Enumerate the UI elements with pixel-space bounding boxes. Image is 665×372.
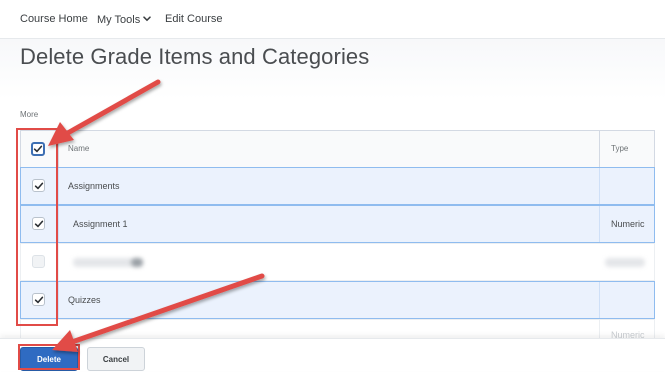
row-name: Quizzes bbox=[68, 295, 101, 305]
column-header-type[interactable]: Type bbox=[599, 131, 656, 167]
nav-my-tools-label: My Tools bbox=[97, 14, 141, 26]
table-row[interactable]: Assignment 1 Numeric bbox=[20, 205, 655, 243]
nav-my-tools-menu[interactable]: My Tools bbox=[97, 13, 151, 26]
row-name: Assignments bbox=[68, 181, 120, 191]
table-row-obscured[interactable] bbox=[20, 243, 655, 281]
nav-edit-course-link[interactable]: Edit Course bbox=[165, 13, 222, 25]
annotation-delete-highlight bbox=[18, 344, 80, 370]
row-type bbox=[599, 282, 656, 318]
row-name: Assignment 1 bbox=[73, 219, 128, 229]
table-row[interactable]: Assignments bbox=[20, 167, 655, 205]
table-row-partial: Numeric bbox=[20, 319, 656, 340]
annotation-checkbox-highlight bbox=[16, 128, 58, 326]
page-title: Delete Grade Items and Categories bbox=[20, 44, 370, 69]
chevron-down-icon bbox=[143, 13, 151, 25]
row-type: Numeric bbox=[599, 206, 656, 242]
blurred-type bbox=[605, 258, 645, 267]
column-header-name[interactable]: Name bbox=[68, 131, 89, 167]
blurred-name-mark bbox=[131, 258, 143, 267]
row-type bbox=[599, 168, 656, 204]
row-type-partial: Numeric bbox=[599, 320, 656, 340]
table-row[interactable]: Quizzes bbox=[20, 281, 655, 319]
top-navbar: Course Home My Tools Edit Course bbox=[0, 0, 665, 39]
blurred-name bbox=[73, 258, 133, 267]
sticky-footer: Delete Cancel bbox=[0, 338, 665, 371]
table-header-row: Name Type bbox=[20, 130, 655, 168]
nav-course-home-link[interactable]: Course Home bbox=[20, 13, 88, 25]
more-menu-button[interactable]: More bbox=[20, 110, 38, 119]
cancel-button[interactable]: Cancel bbox=[87, 347, 145, 371]
